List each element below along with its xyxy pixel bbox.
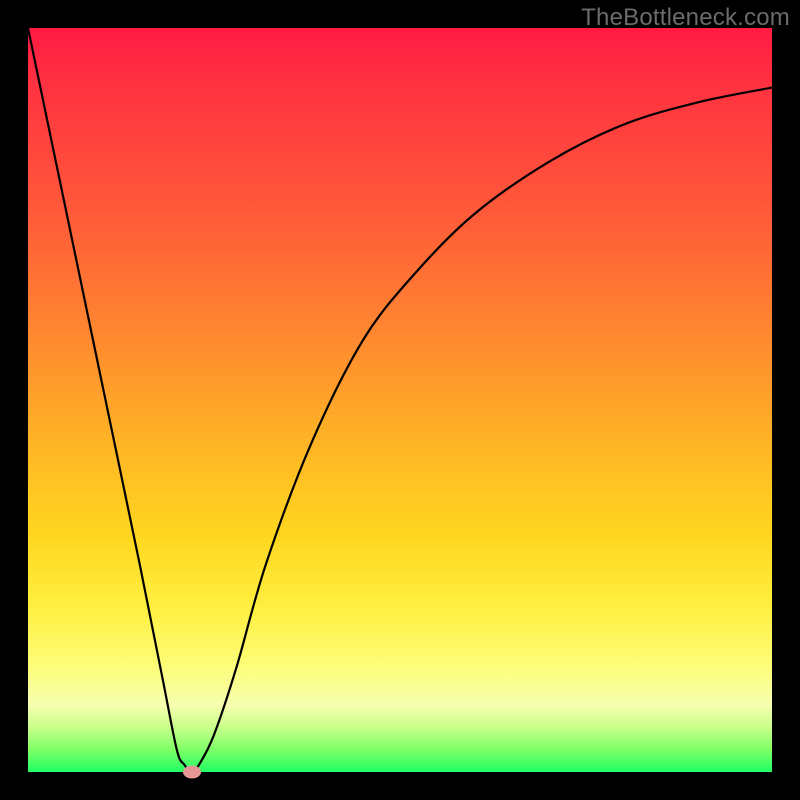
watermark-text: TheBottleneck.com <box>581 4 790 32</box>
optimal-point-marker <box>183 766 201 779</box>
plot-area <box>28 28 772 772</box>
chart-frame: TheBottleneck.com <box>0 0 800 800</box>
bottleneck-curve <box>28 28 772 772</box>
